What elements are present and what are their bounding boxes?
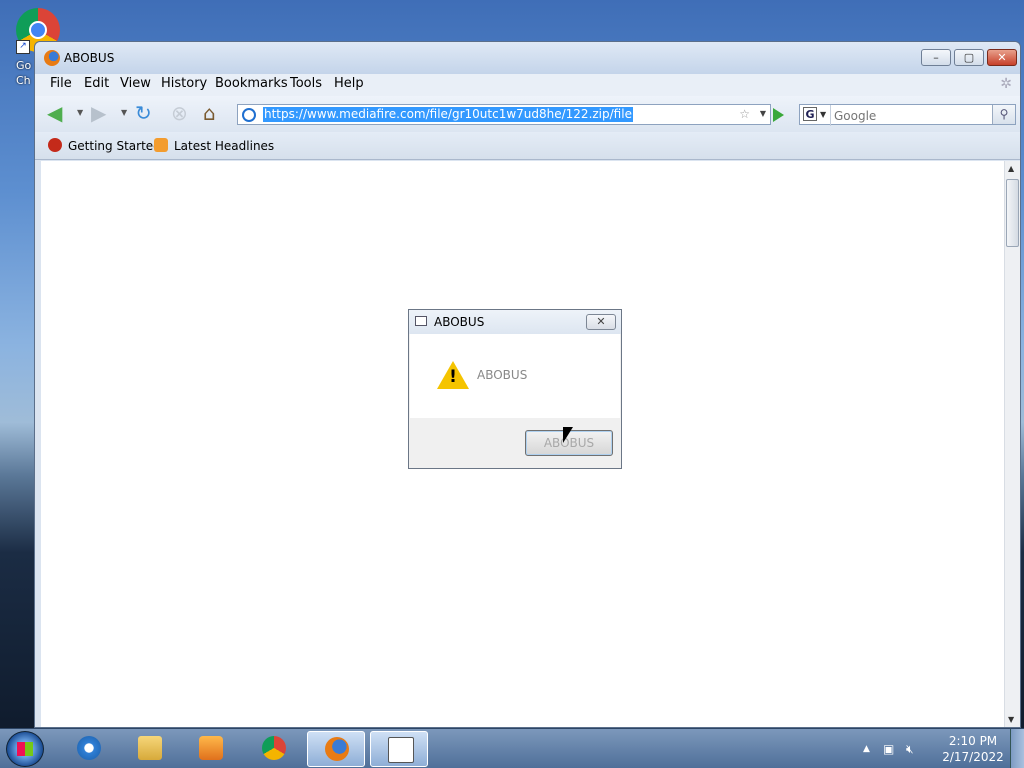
go-arrow-icon[interactable] xyxy=(773,108,784,122)
forward-history-dropdown-icon[interactable]: ▼ xyxy=(121,108,127,117)
clock-date: 2/17/2022 xyxy=(942,750,1004,764)
warning-exclamation-icon: ! xyxy=(449,367,457,387)
maximize-button[interactable]: ▢ xyxy=(954,49,984,66)
menubar: File Edit View History Bookmarks Tools H… xyxy=(35,74,1020,96)
taskbar-media-player[interactable] xyxy=(182,731,240,767)
mouse-cursor-icon xyxy=(563,427,573,443)
firefox-icon xyxy=(325,737,349,761)
forward-arrow-icon[interactable]: ▶ xyxy=(91,102,106,124)
scroll-down-icon[interactable]: ▼ xyxy=(1008,715,1014,724)
url-bar[interactable]: https://www.mediafire.com/file/gr10utc1w… xyxy=(237,104,771,125)
navigation-toolbar: ◀ ▼ ▶ ▼ ↻ ⊗ ⌂ https://www.mediafire.com/… xyxy=(35,96,1020,132)
bookmark-getting-started[interactable]: Getting Started xyxy=(68,139,161,153)
url-dropdown-icon[interactable]: ▼ xyxy=(760,109,766,118)
getting-started-icon xyxy=(48,138,62,152)
menu-bookmarks[interactable]: Bookmarks xyxy=(215,76,288,91)
minimize-button[interactable]: – xyxy=(921,49,951,66)
stop-icon[interactable]: ⊗ xyxy=(171,102,188,124)
network-icon[interactable]: ▣ xyxy=(883,742,894,756)
back-arrow-icon[interactable]: ◀ xyxy=(47,102,62,124)
desktop-shortcut-label[interactable]: Go Ch xyxy=(16,58,31,88)
menu-edit[interactable]: Edit xyxy=(84,76,109,91)
menu-file[interactable]: File xyxy=(50,76,72,91)
taskbar-firefox[interactable] xyxy=(307,731,365,767)
window-title: ABOBUS xyxy=(64,51,115,65)
reload-icon[interactable]: ↻ xyxy=(135,102,152,124)
dialog-body: ! ABOBUS xyxy=(410,334,620,418)
clock-time: 2:10 PM xyxy=(948,734,998,748)
desktop-shortcut-label-line2: Ch xyxy=(16,74,31,87)
activity-throbber-icon: ✲ xyxy=(1000,76,1012,92)
vertical-scrollbar[interactable]: ▲ ▼ xyxy=(1004,161,1020,727)
dialog-titlebar[interactable]: ABOBUS ✕ xyxy=(409,310,621,334)
search-icon[interactable]: ⚲ xyxy=(992,105,1015,124)
folder-icon xyxy=(138,736,162,760)
show-desktop-button[interactable] xyxy=(1010,729,1024,768)
taskbar-dialog-window[interactable] xyxy=(370,731,428,767)
system-tray: ▲ ▣ 🔇︎ xyxy=(858,731,938,767)
taskbar-internet-explorer[interactable] xyxy=(60,731,118,767)
internet-explorer-icon xyxy=(77,736,101,760)
alert-dialog: ABOBUS ✕ ! ABOBUS ABOBUS xyxy=(408,309,622,469)
home-icon[interactable]: ⌂ xyxy=(203,102,216,124)
chrome-icon xyxy=(262,736,286,760)
bookmark-star-icon[interactable]: ☆ xyxy=(739,107,750,121)
search-input[interactable] xyxy=(830,105,991,126)
window-titlebar[interactable]: ABOBUS – ▢ ✕ xyxy=(35,42,1020,74)
start-button[interactable] xyxy=(6,731,44,767)
dialog-message: ABOBUS xyxy=(477,368,528,382)
dialog-title: ABOBUS xyxy=(434,315,485,329)
search-engine-icon[interactable]: G xyxy=(803,107,817,121)
site-favicon-icon xyxy=(242,108,256,122)
taskbar-file-explorer[interactable] xyxy=(121,731,179,767)
taskbar-clock[interactable]: 2:10 PM 2/17/2022 xyxy=(940,729,1006,767)
back-history-dropdown-icon[interactable]: ▼ xyxy=(77,108,83,117)
windows-logo-icon xyxy=(17,742,33,756)
search-engine-dropdown-icon[interactable]: ▼ xyxy=(820,110,826,119)
desktop-shortcut-label-line1: Go xyxy=(16,59,32,72)
show-hidden-icons-icon[interactable]: ▲ xyxy=(863,744,870,754)
scroll-up-icon[interactable]: ▲ xyxy=(1008,164,1014,173)
bookmarks-toolbar: Getting Started Latest Headlines xyxy=(35,132,1020,160)
menu-tools[interactable]: Tools xyxy=(290,76,322,91)
bookmark-latest-headlines[interactable]: Latest Headlines xyxy=(174,139,274,153)
close-button[interactable]: ✕ xyxy=(987,49,1017,66)
menu-history[interactable]: History xyxy=(161,76,207,91)
menu-view[interactable]: View xyxy=(120,76,151,91)
dialog-app-icon xyxy=(415,316,427,326)
dialog-close-button[interactable]: ✕ xyxy=(586,314,616,330)
taskbar: ▲ ▣ 🔇︎ 2:10 PM 2/17/2022 xyxy=(0,728,1024,768)
menu-help[interactable]: Help xyxy=(334,76,364,91)
shortcut-arrow-icon: ↗ xyxy=(16,40,30,54)
application-window-icon xyxy=(388,737,414,763)
scrollbar-thumb[interactable] xyxy=(1006,179,1019,247)
firefox-icon xyxy=(44,50,60,66)
media-player-icon xyxy=(199,736,223,760)
url-text[interactable]: https://www.mediafire.com/file/gr10utc1w… xyxy=(263,107,633,122)
volume-muted-icon[interactable]: 🔇︎ xyxy=(906,742,914,757)
search-box: G ▼ ⚲ xyxy=(799,104,1016,126)
rss-feed-icon xyxy=(154,138,168,152)
taskbar-chrome[interactable] xyxy=(245,731,303,767)
